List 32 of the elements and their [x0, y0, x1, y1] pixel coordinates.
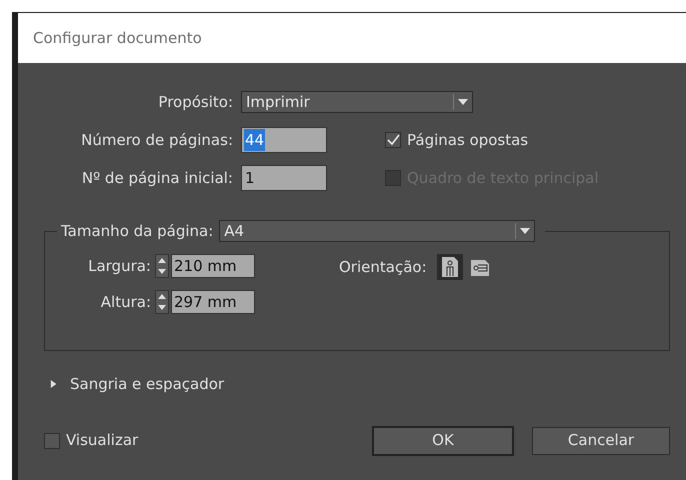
checkbox-label: Páginas opostas: [407, 130, 528, 151]
field-label: Propósito:: [157, 92, 234, 113]
down-arrow-icon: [158, 305, 166, 310]
purpose-dropdown[interactable]: Imprimir: [241, 91, 473, 113]
checkmark-icon: [386, 134, 400, 146]
field-label: Nº de página inicial:: [80, 168, 234, 189]
window-title: Configurar documento: [33, 28, 202, 49]
orientation-label: Orientação:: [339, 256, 427, 278]
checkbox[interactable]: [44, 432, 60, 448]
field-label: Número de páginas:: [80, 130, 234, 151]
cancel-button[interactable]: Cancelar: [532, 426, 670, 454]
portrait-page-icon: [440, 256, 459, 278]
down-arrow-icon: [158, 269, 166, 274]
page-size-dropdown[interactable]: A4: [219, 220, 536, 242]
number-field[interactable]: 44: [241, 127, 327, 153]
ok-button[interactable]: OK: [372, 426, 514, 456]
disclosure-triangle-icon: [50, 379, 58, 390]
dimension-field[interactable]: 297 mm: [171, 290, 255, 314]
portrait-orientation-button[interactable]: [436, 254, 463, 280]
bleed-expander[interactable]: Sangria e espaçador: [50, 373, 224, 396]
dimension-field[interactable]: 210 mm: [171, 254, 255, 278]
checkbox[interactable]: [385, 132, 401, 148]
preview-label: Visualizar: [66, 430, 138, 452]
spinner-button[interactable]: [155, 290, 169, 314]
landscape-page-icon: [470, 257, 490, 277]
up-arrow-icon: [158, 258, 166, 263]
spinner-button[interactable]: [155, 254, 169, 278]
field-label: Altura:: [100, 292, 152, 313]
up-arrow-icon: [158, 294, 166, 299]
field-label: Largura:: [87, 256, 152, 277]
number-field[interactable]: 1: [241, 165, 327, 191]
group-label: Tamanho da página:: [61, 221, 214, 242]
